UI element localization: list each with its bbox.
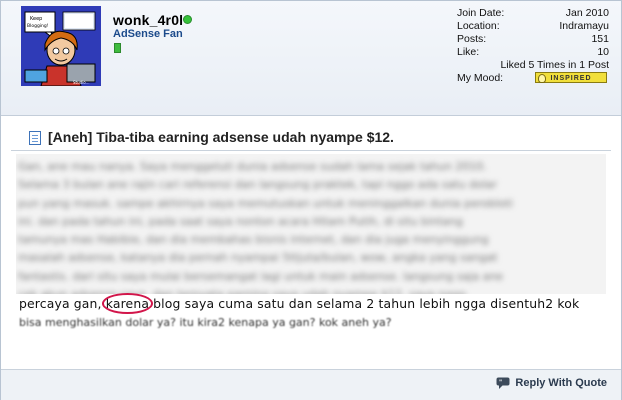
stat-label: Location: — [457, 20, 500, 32]
stat-label: Posts: — [457, 33, 487, 45]
stat-like: Like: 10 — [457, 46, 609, 59]
document-icon — [29, 131, 41, 145]
reputation-icon — [114, 43, 121, 53]
mood-text: INSPIRED — [550, 75, 592, 82]
svg-text:": " — [499, 379, 502, 386]
quote-bubble-icon: " — [496, 377, 510, 389]
stat-label: Like: — [457, 46, 480, 58]
post-text-last-line: bisa menghasilkan dolar ya? itu kira2 ke… — [19, 316, 392, 329]
user-info-bar: Keep Blogging! Studio... wonk_4r0l AdSen… — [1, 1, 621, 116]
lightbulb-icon — [538, 74, 546, 83]
blurred-line: pun yang masuk. sampe akhirnya saya memu… — [18, 196, 513, 210]
svg-text:Blogging!: Blogging! — [27, 23, 49, 29]
stat-join-date: Join Date: Jan 2010 — [457, 7, 609, 20]
stat-value: 151 — [591, 33, 609, 45]
stat-value: Jan 2010 — [565, 7, 609, 19]
stat-location: Location: Indramayu — [457, 20, 609, 33]
stat-label: Join Date: — [457, 7, 505, 19]
user-stats: Join Date: Jan 2010 Location: Indramayu … — [457, 7, 609, 85]
blurred-line: tamunya mas Habibie, dan dia membahas bi… — [18, 233, 489, 247]
stat-mood: My Mood: INSPIRED — [457, 72, 609, 85]
blurred-text: Gan, ane mau nanya. Saya menggeluti duni… — [18, 158, 598, 294]
svg-text:Studio...: Studio... — [73, 80, 89, 85]
highlighted-word: karena — [101, 293, 154, 314]
post-footer: " Reply With Quote — [1, 369, 621, 400]
blurred-line: cek akun adsense saya, dan ternyata earn… — [18, 286, 598, 294]
svg-text:Keep: Keep — [30, 16, 42, 22]
post-container: Keep Blogging! Studio... wonk_4r0l AdSen… — [0, 0, 622, 400]
post-title: [Aneh] Tiba-tiba earning adsense udah ny… — [48, 129, 394, 145]
blurred-line: Selama 3 bulan ane rajin cari referensi … — [18, 178, 498, 192]
user-title: AdSense Fan — [113, 28, 183, 40]
reply-label: Reply With Quote — [515, 377, 607, 389]
blurred-line: Gan, ane mau nanya. Saya menggeluti duni… — [18, 160, 487, 173]
stat-label: My Mood: — [457, 72, 504, 84]
divider — [11, 150, 611, 151]
text-before-highlight: percaya gan, — [19, 296, 102, 311]
mood-badge: INSPIRED — [535, 72, 607, 83]
post-text-line: percaya gan, karena blog saya cuma satu … — [19, 293, 580, 314]
reply-with-quote-button[interactable]: " Reply With Quote — [496, 377, 607, 389]
username-link[interactable]: wonk_4r0l — [113, 12, 183, 28]
blurred-line: masalah adsense, katanya dia pernah nyam… — [18, 251, 498, 265]
stat-posts: Posts: 151 — [457, 33, 609, 46]
blurred-line: fantastis. dari situ saya mulai berseman… — [18, 269, 504, 283]
online-status-icon — [183, 15, 192, 24]
blurred-line: ini. dan pada tahun ini, pada saat saya … — [18, 214, 463, 228]
avatar[interactable]: Keep Blogging! Studio... — [21, 6, 101, 86]
text-after-highlight: blog saya cuma satu dan selama 2 tahun l… — [153, 296, 580, 311]
liked-summary-link[interactable]: Liked 5 Times in 1 Post — [457, 59, 609, 72]
blurred-post-content: Gan, ane mau nanya. Saya menggeluti duni… — [16, 154, 606, 294]
stat-value: 10 — [597, 46, 609, 58]
stat-value: Indramayu — [559, 20, 609, 32]
